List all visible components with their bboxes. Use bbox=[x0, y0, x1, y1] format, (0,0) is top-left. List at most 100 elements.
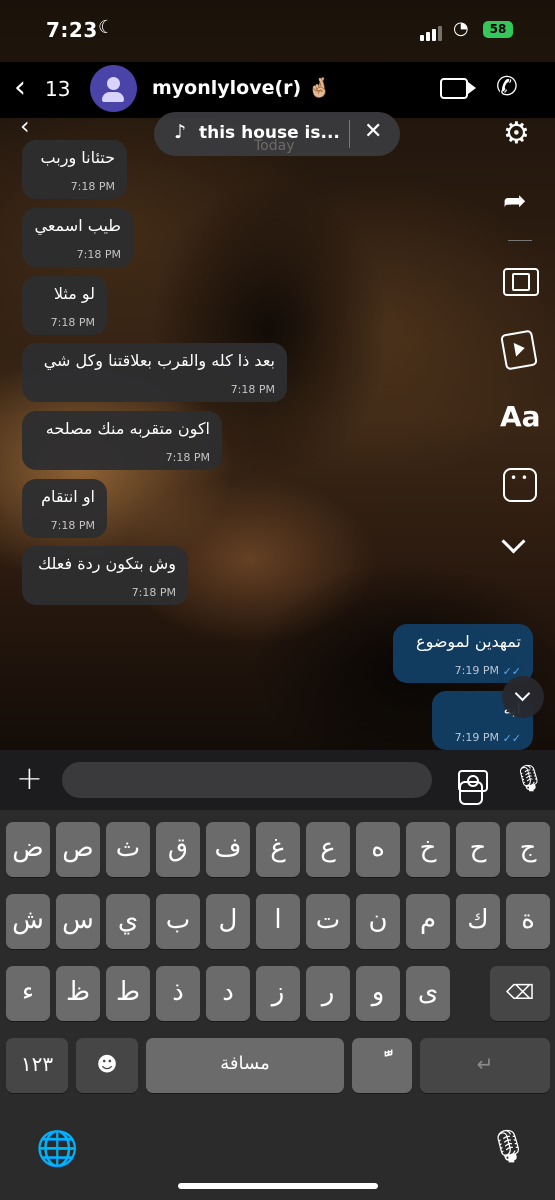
battery-icon: 58 bbox=[483, 21, 513, 38]
message-time: 7:18 PM bbox=[76, 248, 121, 261]
date-divider: Today bbox=[254, 138, 295, 154]
message-time: 7:18 PM bbox=[165, 451, 210, 464]
message-bubble[interactable]: حتئانا وربب 7:18 PM bbox=[22, 140, 127, 199]
message-text: اكون متقربه منك مصلحه bbox=[45, 419, 210, 438]
message-bubble[interactable]: وش بتكون ردة فعلك 7:18 PM bbox=[22, 546, 188, 605]
key[interactable]: ل bbox=[206, 894, 250, 949]
key[interactable]: خ bbox=[406, 822, 450, 877]
return-key[interactable]: ↵ bbox=[420, 1038, 550, 1093]
close-icon[interactable]: ✕ bbox=[364, 119, 382, 144]
key[interactable]: ق bbox=[156, 822, 200, 877]
back-button[interactable]: ‹ bbox=[14, 70, 26, 106]
key[interactable]: ة bbox=[506, 894, 550, 949]
status-time: 7:23 bbox=[46, 18, 98, 42]
unread-count[interactable]: 13 bbox=[45, 77, 70, 101]
message-bubble[interactable]: طيب اسمعي 7:18 PM bbox=[22, 208, 133, 267]
emoji-key[interactable]: ☻ bbox=[76, 1038, 138, 1093]
key[interactable]: ص bbox=[56, 822, 100, 877]
message-time: 7:18 PM bbox=[70, 180, 115, 193]
key[interactable]: ف bbox=[206, 822, 250, 877]
contact-name[interactable]: myonlylove(r) 🤞🏼 bbox=[152, 76, 332, 99]
chat-header: ‹ 13 myonlylove(r) 🤞🏼 ✆ bbox=[0, 62, 555, 118]
message-text: بعد ذا كله والقرب بعلاقتنا وكل شي bbox=[43, 351, 275, 370]
moon-icon: ☾ bbox=[98, 17, 115, 38]
reel-icon[interactable] bbox=[500, 329, 538, 371]
text-tool-icon[interactable]: Aa bbox=[500, 400, 541, 433]
plus-icon[interactable]: + bbox=[16, 759, 43, 797]
video-call-icon[interactable] bbox=[440, 78, 476, 99]
key[interactable]: ع bbox=[306, 822, 350, 877]
message-time: 7:19 PM bbox=[454, 731, 499, 744]
space-key[interactable]: مسافة bbox=[146, 1038, 344, 1093]
dictation-microphone-icon[interactable]: 🎙 bbox=[488, 1127, 529, 1165]
key[interactable]: ض bbox=[6, 822, 50, 877]
backspace-key[interactable]: ⌫ bbox=[490, 966, 550, 1021]
keyboard: ض ص ث ق ف غ ع ه خ ح ج ش س ي ب ل ا ت ن م … bbox=[0, 810, 555, 1200]
microphone-icon[interactable]: 🎙 bbox=[512, 764, 545, 794]
key[interactable]: ث bbox=[106, 822, 150, 877]
avatar-body bbox=[102, 92, 124, 102]
key[interactable]: ز bbox=[256, 966, 300, 1021]
home-indicator[interactable] bbox=[178, 1183, 378, 1189]
message-bubble[interactable]: او انتقام 7:18 PM bbox=[22, 479, 107, 538]
key[interactable]: ج bbox=[506, 822, 550, 877]
key[interactable]: ظ bbox=[56, 966, 100, 1021]
key[interactable]: ت bbox=[306, 894, 350, 949]
scroll-to-bottom-button[interactable] bbox=[502, 676, 544, 718]
key[interactable]: د bbox=[206, 966, 250, 1021]
key[interactable]: ك bbox=[456, 894, 500, 949]
message-text: او انتقام bbox=[41, 487, 95, 506]
frame-icon[interactable] bbox=[503, 268, 539, 296]
key[interactable]: ا bbox=[256, 894, 300, 949]
avatar[interactable] bbox=[90, 65, 137, 112]
key[interactable]: و bbox=[356, 966, 400, 1021]
message-composer: + 🎙 bbox=[0, 750, 555, 810]
globe-icon[interactable]: 🌐 bbox=[36, 1129, 78, 1169]
key[interactable]: ي bbox=[106, 894, 150, 949]
key[interactable]: ذ bbox=[156, 966, 200, 1021]
key[interactable]: م bbox=[406, 894, 450, 949]
wifi-icon: ◔ bbox=[453, 18, 469, 39]
signal-icon bbox=[420, 22, 444, 41]
key[interactable]: ى bbox=[406, 966, 450, 1021]
message-time: 7:18 PM bbox=[50, 519, 95, 532]
key[interactable]: ر bbox=[306, 966, 350, 1021]
message-bubble-outgoing[interactable]: تمهدين لموضوع 7:19 PM ✓✓ bbox=[393, 624, 533, 683]
key[interactable]: ش bbox=[6, 894, 50, 949]
key[interactable]: ن bbox=[356, 894, 400, 949]
message-text: تمهدين لموضوع bbox=[416, 632, 521, 651]
gear-icon[interactable]: ⚙ bbox=[503, 116, 530, 151]
sticker-icon[interactable] bbox=[503, 468, 537, 502]
read-receipt-icon: ✓✓ bbox=[502, 732, 521, 745]
key[interactable]: س bbox=[56, 894, 100, 949]
chevron-left-icon[interactable]: ‹ bbox=[20, 112, 30, 140]
message-text: طيب اسمعي bbox=[34, 216, 121, 235]
message-bubble[interactable]: اكون متقربه منك مصلحه 7:18 PM bbox=[22, 411, 222, 470]
numbers-key[interactable]: ١٢٣ bbox=[6, 1038, 68, 1093]
diacritic-key[interactable]: ًّ bbox=[352, 1038, 412, 1093]
avatar-head bbox=[107, 77, 120, 90]
message-time: 7:18 PM bbox=[50, 316, 95, 329]
key[interactable]: ء bbox=[6, 966, 50, 1021]
message-bubble[interactable]: بعد ذا كله والقرب بعلاقتنا وكل شي 7:18 P… bbox=[22, 343, 287, 402]
message-time: 7:19 PM bbox=[454, 664, 499, 677]
key[interactable]: ب bbox=[156, 894, 200, 949]
message-text: لو مثلا bbox=[53, 284, 95, 303]
share-icon[interactable]: ➦ bbox=[503, 184, 526, 217]
rail-divider bbox=[508, 240, 532, 241]
divider bbox=[349, 120, 350, 148]
message-time: 7:18 PM bbox=[230, 383, 275, 396]
message-text: وش بتكون ردة فعلك bbox=[37, 554, 176, 573]
message-time: 7:18 PM bbox=[131, 586, 176, 599]
message-text: حتئانا وربب bbox=[40, 148, 115, 167]
message-bubble[interactable]: لو مثلا 7:18 PM bbox=[22, 276, 107, 335]
music-note-icon: ♪ bbox=[174, 121, 187, 143]
phone-call-icon[interactable]: ✆ bbox=[496, 72, 518, 102]
key[interactable]: ه bbox=[356, 822, 400, 877]
camera-icon[interactable] bbox=[458, 770, 488, 792]
status-bar: 7:23 ☾ ◔ 58 bbox=[0, 0, 555, 62]
message-input[interactable] bbox=[62, 762, 483, 805]
key[interactable]: ط bbox=[106, 966, 150, 1021]
key[interactable]: ح bbox=[456, 822, 500, 877]
key[interactable]: غ bbox=[256, 822, 300, 877]
